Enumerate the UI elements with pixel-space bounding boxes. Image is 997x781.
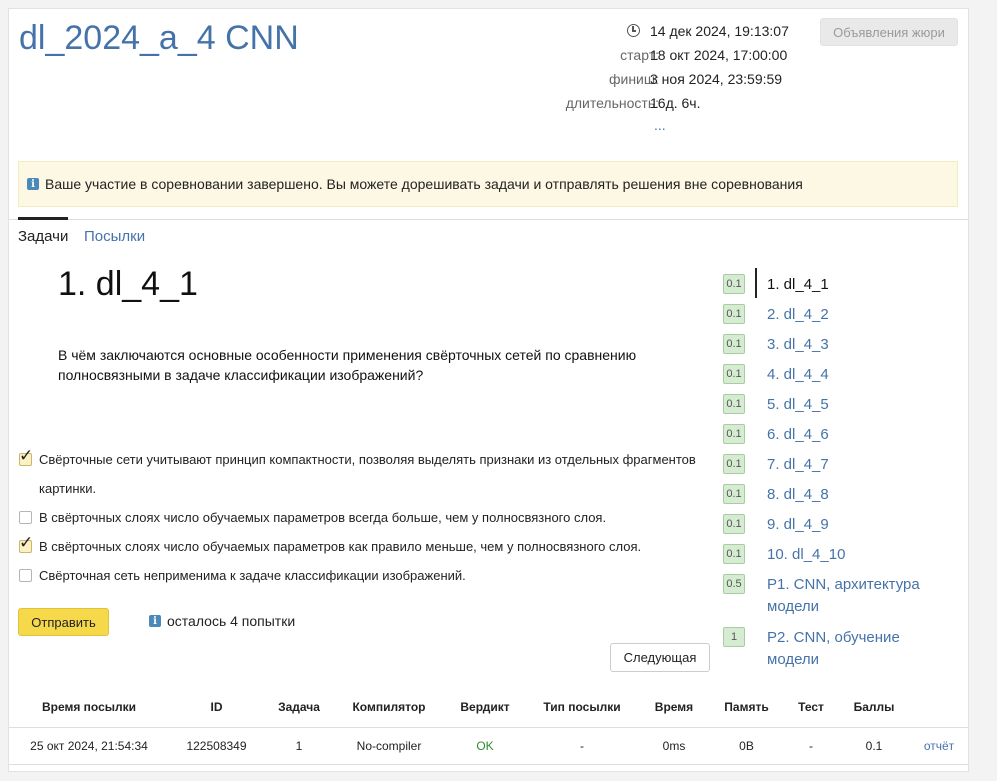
score-badge: 0.1 [723,394,745,414]
active-tab-indicator [18,217,68,220]
finish-row: финиш: 3 ноя 2024, 23:59:59 [529,71,799,95]
duration-value: 16д. 6ч. [650,95,701,111]
duration-label: длительность: [565,95,659,111]
report-link[interactable]: отчёт [914,728,964,764]
problem-link[interactable]: 6. dl_4_6 [767,424,947,446]
answer-label: В свёрточных слоях число обучаемых парам… [39,510,607,525]
submission-duration: 0ms [662,739,686,753]
submission-time: 25 окт 2024, 21:54:34 [30,739,148,753]
score-badge: 0.1 [723,544,745,564]
current-problem-indicator [755,268,757,298]
contest-page: dl_2024_a_4 CNN 14 дек 2024, 19:13:07 ст… [8,8,969,772]
score-badge: 0.1 [723,514,745,534]
submission-test: - [809,739,813,753]
score-badge: 0.1 [723,274,745,294]
answer-label: Свёрточные сети учитывают принцип компак… [39,452,696,496]
answer-option[interactable]: Свёрточная сеть неприменима к задаче кла… [19,561,709,590]
jury-announcements-button[interactable]: Объявления жюри [820,18,958,46]
submission-score: 0.1 [865,739,883,753]
score-badge: 0.1 [723,364,745,384]
tab-submissions[interactable]: Посылки [84,228,145,245]
contest-title: dl_2024_a_4 CNN [19,19,299,57]
table-row: 25 окт 2024, 21:54:34 122508349 1 No-com… [9,727,968,765]
submission-id: 122508349 [186,739,247,753]
submission-compiler: No-compiler [356,739,422,753]
more-link[interactable]: ... [654,117,666,133]
notice-text: Ваше участие в соревновании завершено. В… [45,176,803,192]
column-header: Компилятор [352,700,426,714]
problem-link[interactable]: 4. dl_4_4 [767,364,947,386]
problem-link[interactable]: P2. CNN, обучение модели [767,627,947,671]
answer-label: В свёрточных слоях число обучаемых парам… [39,539,642,554]
current-time-row: 14 дек 2024, 19:13:07 [529,23,799,47]
column-header: Тест [798,700,824,714]
score-badge: 0.1 [723,304,745,324]
submission-verdict: OK [476,739,494,753]
score-badge: 0.1 [723,334,745,354]
answer-checkbox[interactable]: ✓ [19,535,33,553]
answer-option[interactable]: ✓ В свёрточных слоях число обучаемых пар… [19,532,709,561]
column-header: Задача [278,700,320,714]
participation-notice: i Ваше участие в соревновании завершено.… [18,161,958,207]
start-value: 18 окт 2024, 17:00:00 [650,47,788,63]
column-header: ID [210,700,223,714]
problem-link[interactable]: 9. dl_4_9 [767,514,947,536]
submit-button[interactable]: Отправить [18,608,109,636]
duration-row: длительность: 16д. 6ч. [529,95,799,119]
info-icon: i [149,615,161,627]
question-text: В чём заключаются основные особенности п… [58,347,637,383]
column-header: Баллы [853,700,895,714]
problem-link[interactable]: 3. dl_4_3 [767,334,947,356]
finish-value: 3 ноя 2024, 23:59:59 [650,71,783,87]
answer-option[interactable]: ✓ Свёрточные сети учитывают принцип комп… [19,445,709,503]
submission-type: - [580,739,584,753]
problem-link[interactable]: 10. dl_4_10 [767,544,947,566]
submission-memory: 0B [739,739,754,753]
problem-link[interactable]: 7. dl_4_7 [767,454,947,476]
next-problem-button[interactable]: Следующая [610,643,710,672]
attempts-remaining: i осталось 4 попытки [149,613,295,629]
score-badge: 0.1 [723,454,745,474]
checkmark-icon: ✓ [19,533,34,553]
column-header: Тип посылки [543,700,621,714]
table-header: Время посылки ID Задача Компилятор Верди… [9,689,968,725]
column-header: Вердикт [460,700,510,714]
column-header: Память [724,700,769,714]
score-badge: 0.1 [723,484,745,504]
submission-task: 1 [295,739,303,753]
problem-link[interactable]: 8. dl_4_8 [767,484,947,506]
score-badge: 0.1 [723,424,745,444]
score-badge: 1 [723,627,745,647]
answer-label: Свёрточная сеть неприменима к задаче кла… [39,568,466,583]
answer-checkbox[interactable] [19,569,32,582]
start-row: старт: 18 окт 2024, 17:00:00 [529,47,799,71]
problem-link[interactable]: 2. dl_4_2 [767,304,947,326]
problem-link[interactable]: 1. dl_4_1 [767,274,947,296]
problem-link[interactable]: 5. dl_4_5 [767,394,947,416]
checkmark-icon: ✓ [19,446,34,466]
tab-problems[interactable]: Задачи [18,228,68,245]
score-badge: 0.5 [723,574,745,594]
answer-options: ✓ Свёрточные сети учитывают принцип комп… [19,445,709,590]
clock-icon [627,24,640,37]
contest-meta: 14 дек 2024, 19:13:07 старт: 18 окт 2024… [529,23,799,119]
column-header: Время [654,700,694,714]
info-icon: i [27,178,39,190]
answer-checkbox[interactable] [19,511,32,524]
tabs-divider [9,219,968,220]
problem-link[interactable]: P1. CNN, архитектура модели [767,574,947,618]
attempts-text: осталось 4 попытки [167,613,296,629]
current-time: 14 дек 2024, 19:13:07 [650,23,789,39]
answer-checkbox[interactable]: ✓ [19,448,33,466]
column-header: Время посылки [41,700,137,714]
answer-option[interactable]: В свёрточных слоях число обучаемых парам… [19,503,709,532]
problem-title: 1. dl_4_1 [58,265,198,303]
